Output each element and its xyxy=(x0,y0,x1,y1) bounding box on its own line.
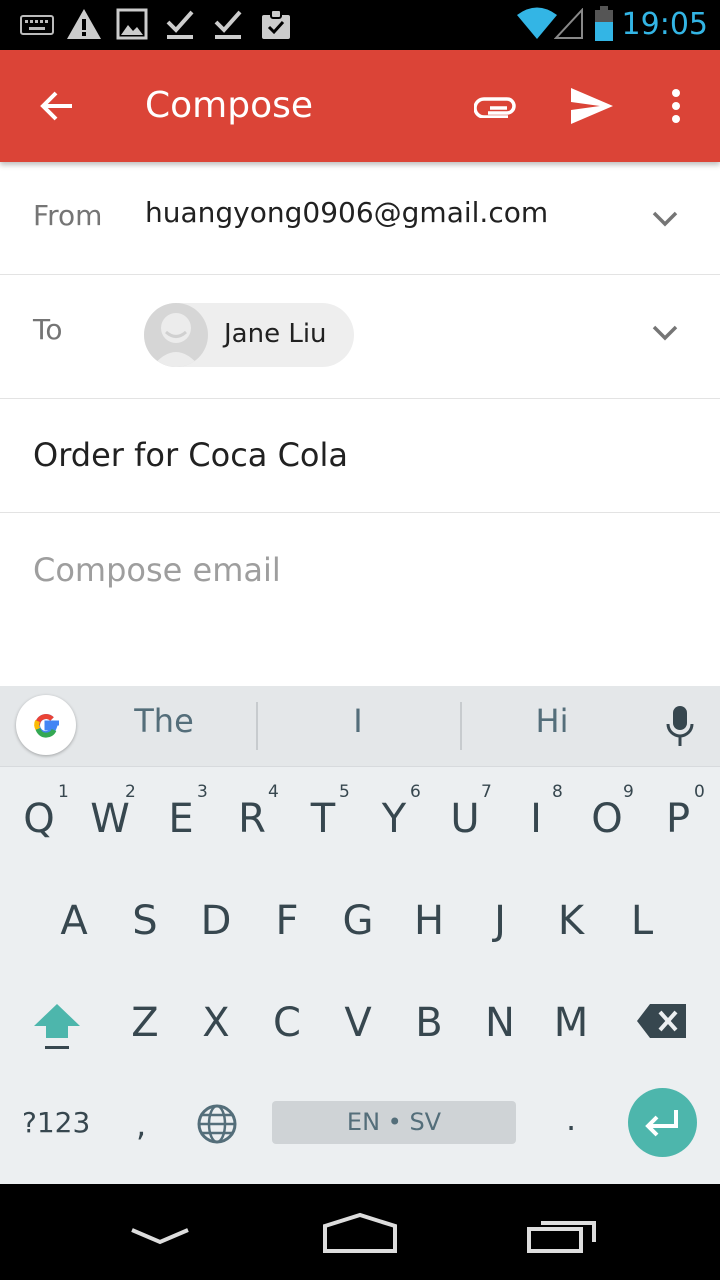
key-y[interactable]: Y xyxy=(364,796,424,842)
key-g[interactable]: G xyxy=(328,898,388,944)
app-bar: Compose xyxy=(0,50,720,162)
key-p[interactable]: P xyxy=(648,796,708,842)
battery-icon xyxy=(594,6,614,42)
subject-field[interactable]: Order for Coca Cola xyxy=(33,436,348,474)
to-label: To xyxy=(33,313,63,346)
key-e[interactable]: E xyxy=(151,796,211,842)
shift-key[interactable] xyxy=(32,1002,82,1052)
back-arrow-button[interactable] xyxy=(26,76,86,136)
mic-icon[interactable] xyxy=(664,704,696,748)
symbols-key[interactable]: ?123 xyxy=(22,1106,90,1139)
backspace-key[interactable] xyxy=(636,1002,688,1040)
space-key[interactable]: EN • SV xyxy=(272,1101,516,1144)
home-icon[interactable] xyxy=(322,1212,398,1254)
download-done-icon xyxy=(164,8,196,40)
key-h[interactable]: H xyxy=(399,898,459,944)
key-f[interactable]: F xyxy=(257,898,317,944)
wifi-icon xyxy=(516,6,558,40)
key-r[interactable]: R xyxy=(222,796,282,842)
signal-icon xyxy=(554,8,584,40)
key-x[interactable]: X xyxy=(186,1000,246,1046)
enter-key[interactable] xyxy=(628,1088,697,1157)
key-a[interactable]: A xyxy=(44,898,104,944)
keyboard-icon xyxy=(20,12,54,36)
key-hint: 9 xyxy=(623,782,634,802)
send-icon xyxy=(570,87,614,125)
key-hint: 0 xyxy=(694,782,705,802)
attach-icon xyxy=(474,94,518,118)
send-button[interactable] xyxy=(562,76,622,136)
language-key[interactable] xyxy=(196,1103,238,1145)
key-i[interactable]: I xyxy=(506,796,566,842)
navigation-bar xyxy=(0,1184,720,1280)
shift-icon xyxy=(34,1004,80,1049)
status-clock: 19:05 xyxy=(621,7,708,42)
key-m[interactable]: M xyxy=(541,1000,601,1046)
warning-icon xyxy=(66,8,102,40)
key-o[interactable]: O xyxy=(577,796,637,842)
key-l[interactable]: L xyxy=(612,898,672,944)
backspace-icon xyxy=(637,1004,686,1038)
more-vert-icon xyxy=(671,89,681,123)
key-v[interactable]: V xyxy=(328,1000,388,1046)
comma-key[interactable]: , xyxy=(136,1106,146,1144)
key-k[interactable]: K xyxy=(541,898,601,944)
recents-icon[interactable] xyxy=(526,1214,598,1254)
suggestion-3[interactable]: Hi xyxy=(452,702,652,740)
body-field[interactable] xyxy=(0,513,720,686)
key-hint: 7 xyxy=(481,782,492,802)
key-hint: 3 xyxy=(197,782,208,802)
key-c[interactable]: C xyxy=(257,1000,317,1046)
from-account-value[interactable]: huangyong0906@gmail.com xyxy=(145,196,548,229)
suggestion-1[interactable]: The xyxy=(64,702,264,740)
key-hint: 5 xyxy=(339,782,350,802)
body-placeholder: Compose email xyxy=(33,551,281,589)
avatar xyxy=(144,303,208,367)
recipient-chip[interactable]: Jane Liu xyxy=(144,303,354,367)
back-arrow-icon xyxy=(38,88,74,124)
keyboard: The I Hi Q W E R T Y U I O P 1 2 3 4 5 6… xyxy=(0,686,720,1184)
status-bar: 19:05 xyxy=(0,0,720,50)
key-q[interactable]: Q xyxy=(9,796,69,842)
key-t[interactable]: T xyxy=(293,796,353,842)
key-s[interactable]: S xyxy=(115,898,175,944)
recipient-name: Jane Liu xyxy=(224,319,327,349)
key-hint: 1 xyxy=(58,782,69,802)
key-hint: 2 xyxy=(125,782,136,802)
suggestion-2[interactable]: I xyxy=(258,702,458,740)
globe-icon xyxy=(197,1104,237,1144)
key-hint: 6 xyxy=(410,782,421,802)
download-done-icon xyxy=(212,8,244,40)
key-w[interactable]: W xyxy=(80,796,140,842)
enter-icon xyxy=(645,1110,678,1137)
key-j[interactable]: J xyxy=(470,898,530,944)
key-n[interactable]: N xyxy=(470,1000,530,1046)
page-title: Compose xyxy=(145,85,314,126)
key-hint: 8 xyxy=(552,782,563,802)
from-label: From xyxy=(33,199,103,232)
suggestion-strip: The I Hi xyxy=(0,686,720,767)
key-d[interactable]: D xyxy=(186,898,246,944)
more-options-button[interactable] xyxy=(646,76,706,136)
period-key[interactable]: . xyxy=(566,1100,576,1138)
key-b[interactable]: B xyxy=(399,1000,459,1046)
image-icon xyxy=(116,8,148,40)
clipboard-check-icon xyxy=(260,8,292,40)
chevron-down-icon[interactable] xyxy=(648,315,682,349)
back-icon[interactable] xyxy=(128,1224,192,1248)
to-row[interactable] xyxy=(0,275,720,399)
key-hint: 4 xyxy=(268,782,279,802)
key-z[interactable]: Z xyxy=(115,1000,175,1046)
chevron-down-icon[interactable] xyxy=(648,201,682,235)
key-u[interactable]: U xyxy=(435,796,495,842)
attach-button[interactable] xyxy=(466,76,526,136)
